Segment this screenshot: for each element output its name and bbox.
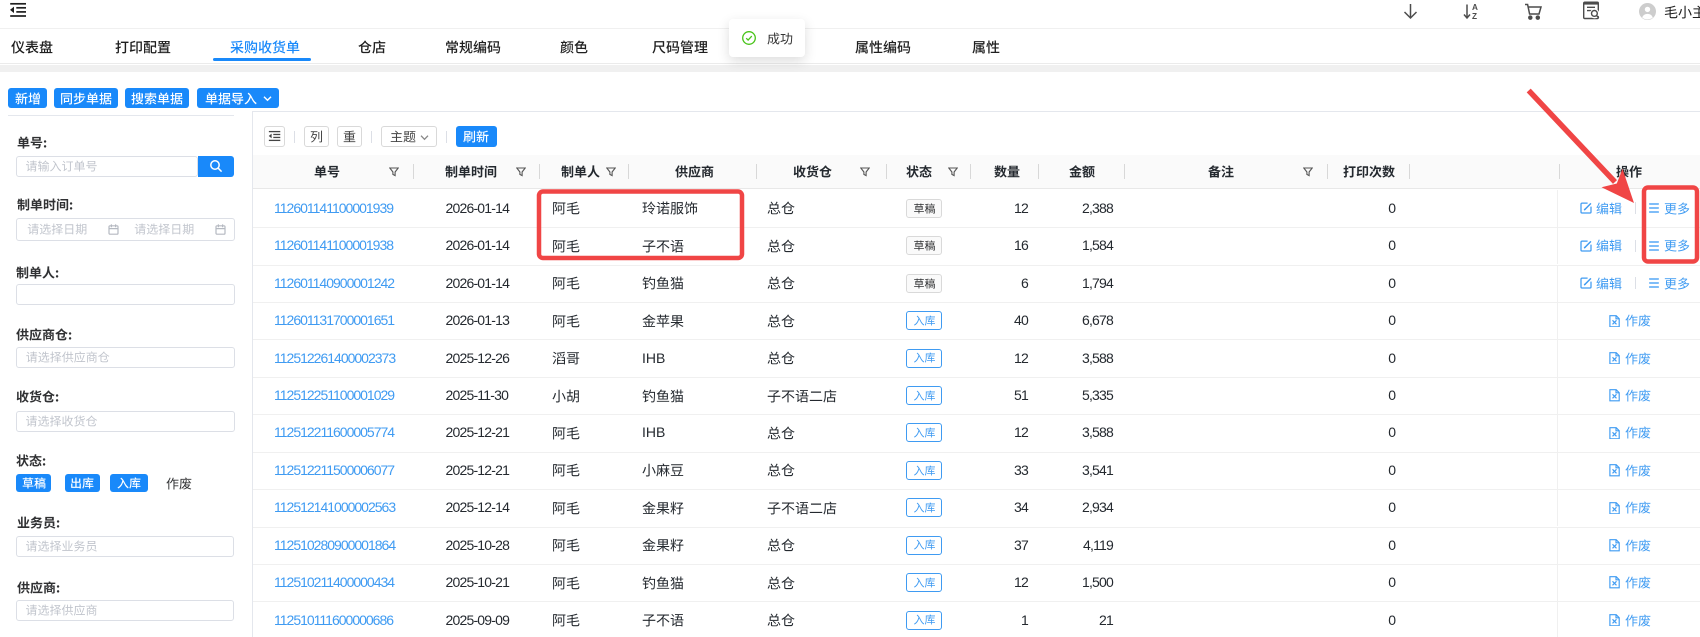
svg-text:A: A — [1472, 3, 1478, 12]
svg-text:Z: Z — [1472, 12, 1477, 20]
